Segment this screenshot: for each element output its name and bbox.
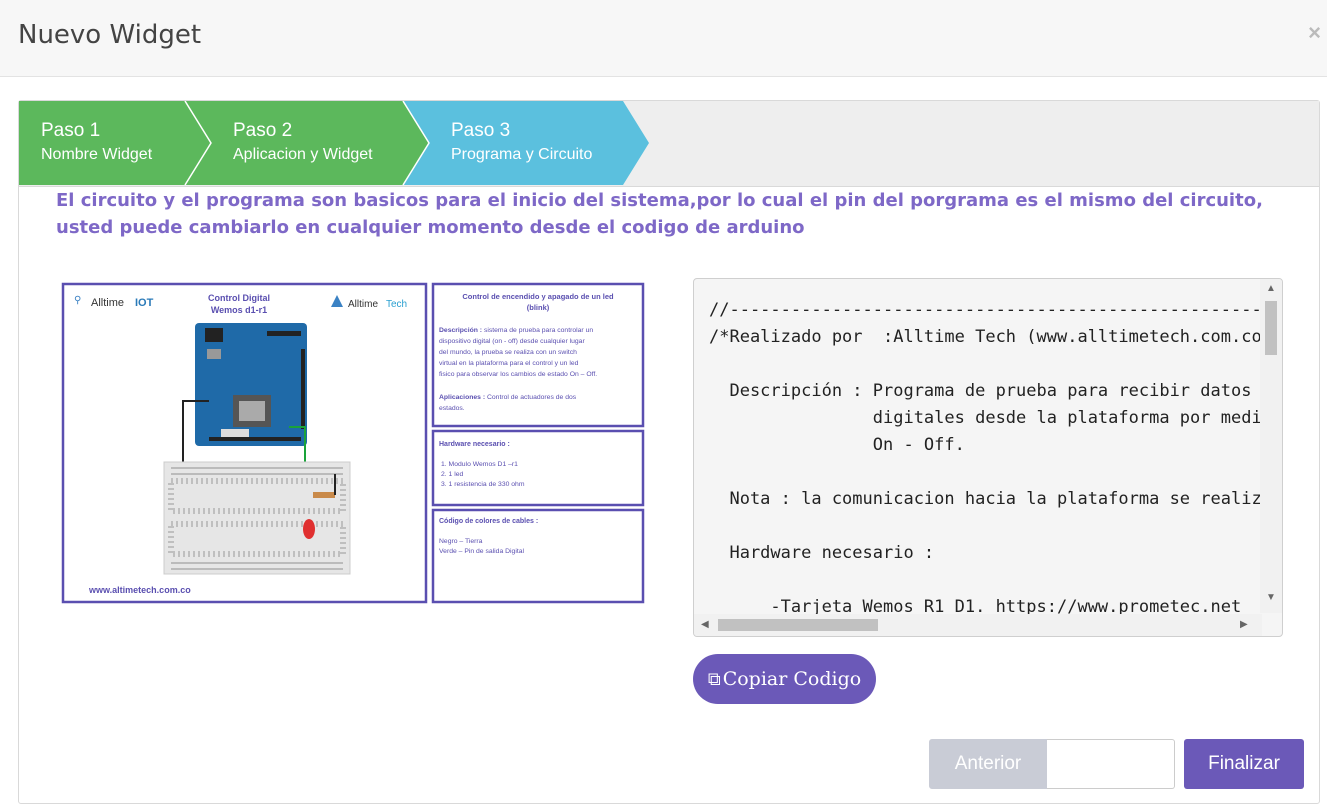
svg-text:Control de encendido y apagado: Control de encendido y apagado de un led [462,292,614,301]
previous-button[interactable]: Anterior [929,739,1047,789]
brand-left: Alltime [91,297,124,309]
step-1[interactable]: Paso 1 Nombre Widget [41,120,152,164]
steps-arrows [19,101,649,186]
circuit-title-1: Control Digital [208,293,270,303]
horizontal-scroll-thumb[interactable] [718,619,878,631]
modal-header: Nuevo Widget × [0,0,1327,77]
vertical-scroll-thumb[interactable] [1265,301,1277,355]
hardware-item: 1. Modulo Wemos D1 –r1 [441,461,518,468]
circuit-title-2: Wemos d1-r1 [211,305,267,315]
horizontal-scrollbar[interactable]: ◀ ▶ [694,614,1262,636]
circuit-diagram: ⚲ Alltime IOT Control Digital Wemos d1-r… [61,282,645,604]
steps-bar: Paso 1 Nombre Widget Paso 2 Aplicacion y… [19,101,1319,187]
svg-text:fisico para observar los cambi: fisico para observar los cambios de esta… [439,371,597,378]
step-1-title: Paso 1 [41,120,101,141]
scroll-down-icon[interactable]: ▼ [1266,593,1276,603]
scroll-up-icon[interactable]: ▲ [1266,284,1276,294]
modal-title: Nuevo Widget [18,20,202,50]
finish-button[interactable]: Finalizar [1184,739,1304,789]
step-3[interactable]: Paso 3 Programa y Circuito [451,120,592,164]
info-text: El circuito y el programa son basicos pa… [56,190,1263,238]
close-icon[interactable]: × [1308,20,1321,46]
svg-text:(blink): (blink) [527,303,550,312]
svg-text:Aplicaciones : Control de a: Aplicaciones : Control de actuadores de … [439,394,577,401]
step-3-subtitle: Programa y Circuito [451,146,593,163]
brand-right-accent: Tech [386,299,407,310]
svg-text:virtual en la plataforma para: virtual en la plataforma para el control… [439,360,579,367]
wizard-panel: Paso 1 Nombre Widget Paso 2 Aplicacion y… [18,100,1320,804]
cable-color-item: Verde – Pin de salida Digital [439,548,525,555]
step-2-subtitle: Aplicacion y Widget [233,146,373,163]
step-3-title: Paso 3 [451,120,511,141]
svg-text:Descripción : sistema de prueb: Descripción : sistema de prueba para con… [439,327,593,334]
website: www.altimetech.com.co [88,585,191,595]
code-content[interactable]: //--------------------------------------… [709,297,1282,621]
copy-code-label: Copiar Codigo [722,668,862,690]
hardware-title: Hardware necesario : [439,441,510,448]
copy-code-button[interactable]: ⧉ Copiar Codigo [693,654,876,704]
vertical-scrollbar[interactable]: ▲ ▼ [1260,279,1282,613]
brand-right: Alltime [348,299,378,310]
cable-colors-title: Código de colores de cables : [439,518,538,525]
resistor [313,492,335,498]
cable-color-item: Negro – Tierra [439,538,483,545]
hardware-item: 3. 1 resistencia de 330 ohm [441,481,525,488]
step-1-subtitle: Nombre Widget [41,146,153,163]
step-2-title: Paso 2 [233,120,293,141]
brand-left-bold: IOT [135,297,154,309]
blank-button-segment [1047,739,1175,789]
scroll-left-icon[interactable]: ◀ [701,620,709,630]
scroll-right-icon[interactable]: ▶ [1240,620,1248,630]
hardware-item: 2. 1 led [441,471,464,478]
step-2[interactable]: Paso 2 Aplicacion y Widget [233,120,373,164]
led [303,519,315,539]
code-editor[interactable]: //--------------------------------------… [693,278,1283,637]
svg-text:dispositivo digital (on - off): dispositivo digital (on - off) desde cua… [439,338,585,345]
alltime-iot-logo: ⚲ [74,295,81,306]
svg-text:del mundo, la prueba se realiz: del mundo, la prueba se realiza con un s… [439,349,577,356]
copy-icon: ⧉ [707,668,721,690]
svg-text:estados.: estados. [439,405,465,412]
